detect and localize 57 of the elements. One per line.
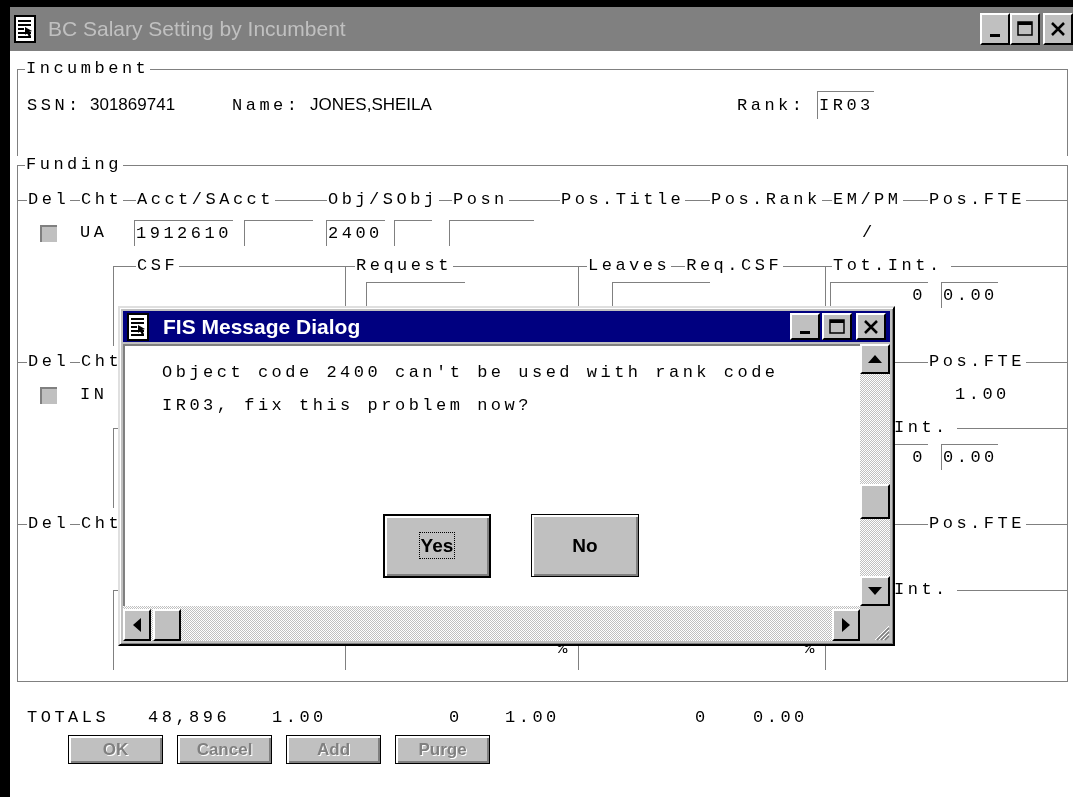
column-header: Request [355, 257, 453, 275]
total-value: 48,896 [148, 707, 231, 729]
close-icon [1049, 20, 1067, 38]
close-icon [862, 317, 880, 336]
ssn-label: SSN: [27, 95, 82, 115]
totals-label: TOTALS [27, 707, 110, 729]
name-value: JONES,SHEILA [310, 95, 432, 115]
total-value: 1.00 [272, 707, 327, 729]
scroll-up-button[interactable] [860, 344, 890, 374]
total-value: 0.00 [753, 707, 808, 729]
chart-code: IN [80, 384, 108, 406]
message-text: Object code 2400 can't be used with rank code IR03, fix this problem now? [162, 362, 780, 417]
minimize-icon [800, 331, 810, 334]
scrollbar-thumb[interactable] [153, 609, 181, 641]
input-field[interactable] [394, 220, 432, 246]
fte-value: 1.00 [955, 384, 1010, 406]
name-label: Name: [232, 95, 301, 115]
total-fte-field[interactable]: 0.00 [941, 282, 998, 308]
resize-grip-icon[interactable] [874, 625, 890, 641]
dialog-title: FIS Message Dialog [163, 314, 362, 339]
scroll-down-button[interactable] [860, 576, 890, 606]
total-value: 0 [695, 707, 709, 729]
total-fte-field[interactable]: 0.00 [941, 444, 998, 470]
maximize-button[interactable] [822, 313, 852, 340]
input-field[interactable] [449, 220, 534, 246]
document-icon [14, 15, 36, 43]
em-pm-value: / [862, 222, 876, 244]
maximize-icon [828, 317, 846, 336]
minimize-icon [990, 33, 1000, 37]
total-value: 1.00 [505, 707, 560, 729]
input-field[interactable] [244, 220, 313, 246]
minimize-button[interactable] [790, 313, 820, 340]
group-label: Funding [25, 156, 123, 174]
checkbox[interactable] [40, 225, 57, 242]
chart-code: UA [80, 222, 108, 244]
column-header: Req.CSF [685, 257, 784, 275]
total-value: 0 [449, 707, 463, 729]
default-button[interactable]: Yes [383, 514, 491, 578]
ssn-value: 301869741 [90, 95, 176, 115]
rank-field[interactable]: IR03 [817, 91, 874, 119]
window-title: BC Salary Setting by Incumbent [48, 17, 347, 41]
scroll-right-button[interactable] [832, 609, 860, 641]
account-field[interactable]: 1912610 [134, 220, 233, 246]
scrollbar-thumb[interactable] [860, 484, 890, 519]
maximize-icon [1016, 20, 1034, 38]
left-arrow-icon [133, 618, 141, 632]
up-arrow-icon [868, 355, 882, 363]
down-arrow-icon [868, 587, 882, 595]
close-button[interactable] [856, 313, 886, 340]
checkbox[interactable] [40, 387, 57, 404]
document-icon [127, 312, 149, 341]
rank-label: Rank: [737, 95, 806, 115]
column-header: Obj/SObj [327, 191, 439, 209]
dialog-button[interactable]: No [531, 514, 639, 577]
scroll-left-button[interactable] [123, 609, 151, 641]
right-arrow-icon [842, 618, 850, 632]
object-field[interactable]: 2400 [326, 220, 385, 246]
